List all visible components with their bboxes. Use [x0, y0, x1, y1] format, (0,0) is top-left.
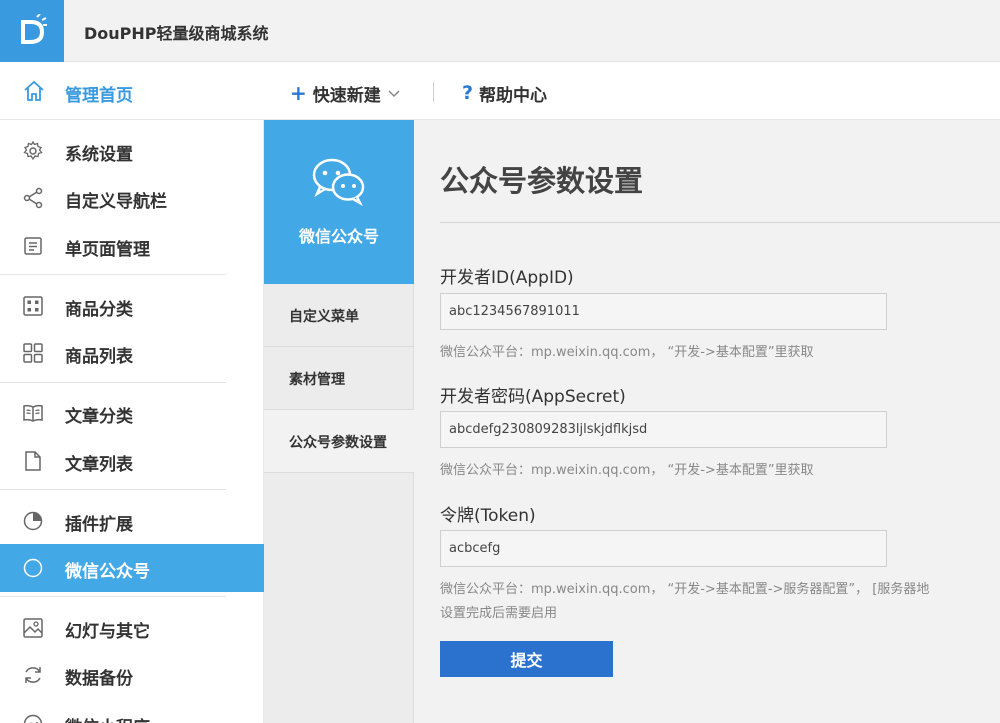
quick-new-label: 快速新建 — [312, 86, 381, 106]
page-title: 公众号参数设置 — [440, 164, 644, 198]
miniprogram-icon — [23, 714, 43, 723]
gear-icon — [23, 140, 43, 161]
image-icon — [23, 618, 43, 638]
appsecret-label: 开发者密码(AppSecret) — [440, 387, 626, 407]
token-hint: 微信公众平台：mp.weixin.qq.com， “开发->基本配置->服务器配… — [440, 582, 930, 597]
appid-label: 开发者ID(AppID) — [440, 268, 574, 288]
sidebar-item-article-category[interactable]: 文章分类 — [0, 389, 264, 437]
sidebar-item-label: 自定义导航栏 — [65, 192, 167, 212]
subnav-title: 微信公众号 — [298, 227, 379, 246]
sidebar-item-mini-program[interactable]: 微信小程序 — [0, 700, 264, 723]
title-divider — [440, 222, 1000, 223]
home-label: 管理首页 — [65, 86, 133, 106]
sidebar-item-custom-nav[interactable]: 自定义导航栏 — [0, 174, 264, 222]
top-header: DouPHP轻量级商城系统 — [0, 0, 1000, 62]
appsecret-input[interactable] — [440, 411, 887, 448]
share-icon — [23, 187, 43, 209]
help-center-link[interactable]: ? 帮助中心 — [462, 81, 548, 107]
logo-icon — [21, 14, 47, 44]
wechat-subnav: 微信公众号 自定义菜单 素材管理 公众号参数设置 — [264, 120, 414, 723]
sidebar-divider — [0, 489, 226, 490]
subnav-item-custom-menu[interactable]: 自定义菜单 — [264, 284, 414, 347]
document-icon — [25, 451, 41, 471]
sidebar-item-plugins[interactable]: 插件扩展 — [0, 497, 264, 545]
grid-icon — [23, 296, 43, 316]
sidebar-item-label: 幻灯与其它 — [65, 622, 150, 642]
book-icon — [23, 404, 43, 422]
token-label: 令牌(Token) — [440, 506, 536, 526]
quick-new-button[interactable]: + 快速新建 — [290, 81, 401, 106]
nav-divider — [433, 82, 434, 102]
sidebar-divider — [0, 596, 226, 597]
sidebar-item-label: 插件扩展 — [65, 515, 133, 535]
sidebar-item-label: 微信公众号 — [65, 562, 150, 582]
sidebar-divider — [0, 382, 226, 383]
chevron-down-icon — [388, 89, 400, 97]
home-link[interactable]: 管理首页 — [0, 62, 264, 120]
appsecret-hint: 微信公众平台：mp.weixin.qq.com， “开发->基本配置”里获取 — [440, 463, 814, 478]
sidebar-item-product-category[interactable]: 商品分类 — [0, 282, 264, 330]
subnav-header: 微信公众号 — [264, 120, 414, 284]
top-nav: 管理首页 + 快速新建 ? 帮助中心 — [0, 62, 1000, 120]
wechat-icon — [312, 158, 365, 206]
plus-icon: + — [290, 80, 307, 105]
sidebar-item-product-list[interactable]: 商品列表 — [0, 329, 264, 377]
submit-button[interactable]: 提交 — [440, 641, 613, 677]
token-hint-2: 设置完成后需要启用 — [440, 606, 558, 621]
sidebar-item-article-list[interactable]: 文章列表 — [0, 437, 264, 485]
subnav-item-params[interactable]: 公众号参数设置 — [264, 410, 414, 473]
page-list-icon — [24, 237, 42, 255]
sidebar-item-label: 系统设置 — [65, 145, 133, 165]
circle-icon — [23, 558, 43, 578]
sidebar-item-label: 微信小程序 — [65, 713, 150, 723]
sidebar-item-slides[interactable]: 幻灯与其它 — [0, 604, 264, 652]
subnav-item-label: 素材管理 — [289, 372, 345, 388]
main-content: 公众号参数设置 开发者ID(AppID) 微信公众平台：mp.weixin.qq… — [414, 120, 1000, 723]
help-label: 帮助中心 — [479, 86, 548, 106]
four-squares-icon — [23, 343, 43, 363]
question-icon: ? — [462, 82, 474, 104]
token-input[interactable] — [440, 530, 887, 567]
sidebar-item-label: 商品列表 — [65, 347, 133, 367]
sidebar-item-label: 数据备份 — [65, 669, 133, 689]
appid-hint: 微信公众平台：mp.weixin.qq.com， “开发->基本配置”里获取 — [440, 345, 814, 360]
refresh-icon — [25, 667, 41, 683]
app-title: DouPHP轻量级商城系统 — [84, 24, 269, 43]
sidebar-item-label: 文章分类 — [65, 407, 133, 427]
sidebar-item-system-settings[interactable]: 系统设置 — [0, 127, 264, 175]
home-icon — [24, 80, 44, 101]
sidebar-item-label: 商品分类 — [65, 300, 133, 320]
subnav-item-materials[interactable]: 素材管理 — [264, 347, 414, 410]
sidebar-divider — [0, 274, 226, 275]
subnav-item-label: 公众号参数设置 — [289, 435, 387, 451]
appid-input[interactable] — [440, 293, 887, 330]
sidebar-item-single-page[interactable]: 单页面管理 — [0, 222, 264, 270]
sidebar: 系统设置 自定义导航栏 单页面管理 商品分类 商品列表 文章分类 文章列表 插件… — [0, 120, 264, 723]
sidebar-item-label: 单页面管理 — [65, 240, 150, 260]
sidebar-item-wechat-official[interactable]: 微信公众号 — [0, 544, 264, 592]
pie-icon — [23, 511, 43, 531]
sidebar-item-label: 文章列表 — [65, 455, 133, 475]
sidebar-item-data-backup[interactable]: 数据备份 — [0, 651, 264, 699]
app-logo[interactable] — [0, 0, 64, 62]
subnav-item-label: 自定义菜单 — [289, 309, 359, 325]
